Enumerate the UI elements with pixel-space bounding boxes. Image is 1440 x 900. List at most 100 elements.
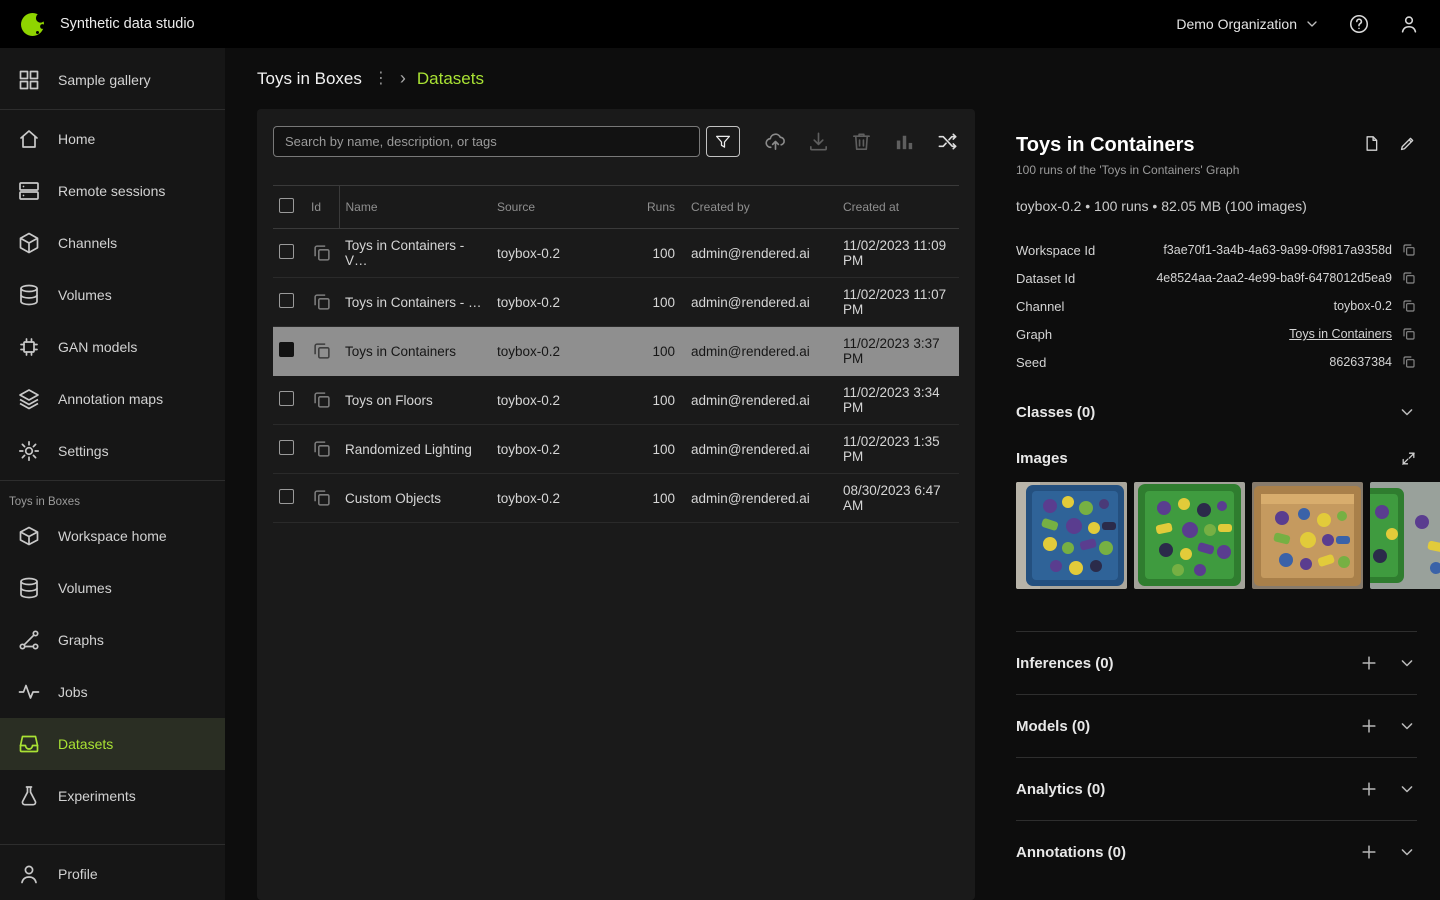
sidebar-item-datasets[interactable]: Datasets (0, 718, 225, 770)
image-thumbnail-4[interactable] (1370, 482, 1440, 589)
field-value: toybox-0.2 (1334, 299, 1392, 313)
sidebar-item-home[interactable]: Home (0, 113, 225, 165)
help-icon[interactable] (1348, 13, 1370, 35)
table-row[interactable]: Toys in Containers - V… toybox-0.2 100 a… (273, 229, 959, 278)
search-input[interactable] (273, 126, 700, 157)
sidebar-item-remote-sessions[interactable]: Remote sessions (0, 165, 225, 217)
sidebar-item-label: Home (58, 131, 95, 147)
dataset-created-at: 11/02/2023 11:09 PM (837, 229, 959, 278)
col-header-runs[interactable]: Runs (637, 186, 685, 229)
copy-icon[interactable] (1401, 354, 1417, 370)
expand-icon[interactable] (1400, 450, 1417, 467)
trash-icon[interactable] (850, 130, 873, 153)
copy-id-icon[interactable] (311, 389, 333, 411)
dataset-name: Toys on Floors (339, 376, 491, 425)
datasets-panel: Id Name Source Runs Created by Created a… (257, 109, 975, 900)
shuffle-icon[interactable] (936, 130, 959, 153)
section-title: Analytics (0) (1016, 781, 1105, 798)
copy-id-icon[interactable] (311, 242, 333, 264)
chevron-down-icon[interactable] (1397, 842, 1417, 862)
bar-chart-icon[interactable] (893, 130, 916, 153)
row-checkbox[interactable] (279, 391, 294, 406)
row-checkbox[interactable] (279, 342, 294, 357)
image-thumbnail-1[interactable] (1016, 482, 1127, 589)
col-header-id[interactable]: Id (305, 186, 339, 229)
copy-icon[interactable] (1401, 242, 1417, 258)
chevron-down-icon[interactable] (1397, 402, 1417, 422)
section-models: Models (0) (1016, 694, 1417, 757)
dataset-created-by: admin@rendered.ai (685, 327, 837, 376)
breadcrumb-workspace[interactable]: Toys in Boxes (257, 69, 362, 89)
table-row[interactable]: Custom Objects toybox-0.2 100 admin@rend… (273, 474, 959, 523)
table-header-row: Id Name Source Runs Created by Created a… (273, 186, 959, 229)
sidebar-item-sample-gallery[interactable]: Sample gallery (0, 54, 225, 106)
field-graph: Graph Toys in Containers (1016, 320, 1417, 348)
sidebar-item-experiments[interactable]: Experiments (0, 770, 225, 822)
download-icon[interactable] (807, 130, 830, 153)
copy-id-icon[interactable] (311, 340, 333, 362)
col-header-name[interactable]: Name (339, 186, 491, 229)
sidebar-item-channels[interactable]: Channels (0, 217, 225, 269)
row-checkbox[interactable] (279, 440, 294, 455)
section-title: Models (0) (1016, 718, 1090, 735)
row-checkbox[interactable] (279, 244, 294, 259)
sidebar-item-gan-models[interactable]: GAN models (0, 321, 225, 373)
copy-icon[interactable] (1401, 298, 1417, 314)
copy-id-icon[interactable] (311, 291, 333, 313)
sidebar-item-ws-volumes[interactable]: Volumes (0, 562, 225, 614)
document-icon[interactable] (1362, 134, 1381, 153)
graph-link[interactable]: Toys in Containers (1289, 327, 1392, 341)
dataset-created-by: admin@rendered.ai (685, 474, 837, 523)
dataset-created-by: admin@rendered.ai (685, 229, 837, 278)
dataset-runs: 100 (637, 474, 685, 523)
kebab-menu-icon[interactable]: ⋮ (373, 71, 389, 87)
sidebar-item-annotation-maps[interactable]: Annotation maps (0, 373, 225, 425)
dataset-created-at: 11/02/2023 3:34 PM (837, 376, 959, 425)
sidebar-item-workspace-home[interactable]: Workspace home (0, 510, 225, 562)
divider (0, 844, 225, 845)
image-thumbnail-3[interactable] (1252, 482, 1363, 589)
row-checkbox[interactable] (279, 293, 294, 308)
chevron-down-icon[interactable] (1397, 653, 1417, 673)
sidebar-item-label: Settings (58, 443, 109, 459)
field-dataset-id: Dataset Id 4e8524aa-2aa2-4e99-ba9f-64780… (1016, 264, 1417, 292)
sidebar-item-label: Profile (58, 866, 98, 882)
sidebar-item-volumes[interactable]: Volumes (0, 269, 225, 321)
breadcrumb-current[interactable]: Datasets (417, 69, 484, 89)
plus-icon[interactable] (1359, 653, 1379, 673)
edit-pencil-icon[interactable] (1398, 134, 1417, 153)
sidebar-item-settings[interactable]: Settings (0, 425, 225, 477)
dataset-created-at: 11/02/2023 11:07 PM (837, 278, 959, 327)
sidebar-item-graphs[interactable]: Graphs (0, 614, 225, 666)
org-switcher[interactable]: Demo Organization (1176, 16, 1320, 32)
filter-button[interactable] (706, 126, 740, 157)
layers-icon (17, 387, 41, 411)
plus-icon[interactable] (1359, 842, 1379, 862)
copy-id-icon[interactable] (311, 438, 333, 460)
table-row[interactable]: Randomized Lighting toybox-0.2 100 admin… (273, 425, 959, 474)
upload-cloud-icon[interactable] (764, 130, 787, 153)
sidebar-item-jobs[interactable]: Jobs (0, 666, 225, 718)
table-row[interactable]: Toys on Floors toybox-0.2 100 admin@rend… (273, 376, 959, 425)
select-all-checkbox[interactable] (279, 198, 294, 213)
table-row-selected[interactable]: Toys in Containers toybox-0.2 100 admin@… (273, 327, 959, 376)
row-checkbox[interactable] (279, 489, 294, 504)
plus-icon[interactable] (1359, 716, 1379, 736)
plus-icon[interactable] (1359, 779, 1379, 799)
table-row[interactable]: Toys in Containers - … toybox-0.2 100 ad… (273, 278, 959, 327)
user-icon[interactable] (1398, 13, 1420, 35)
dataset-source: toybox-0.2 (491, 327, 637, 376)
sidebar-item-profile[interactable]: Profile (0, 848, 225, 900)
chevron-down-icon[interactable] (1397, 779, 1417, 799)
col-header-created-at[interactable]: Created at (837, 186, 959, 229)
image-thumbnail-2[interactable] (1134, 482, 1245, 589)
col-header-source[interactable]: Source (491, 186, 637, 229)
copy-icon[interactable] (1401, 326, 1417, 342)
dataset-fields: Workspace Id f3ae70f1-3a4b-4a63-9a99-0f9… (1016, 236, 1417, 376)
col-header-created-by[interactable]: Created by (685, 186, 837, 229)
chevron-down-icon[interactable] (1397, 716, 1417, 736)
copy-id-icon[interactable] (311, 487, 333, 509)
box-icon (17, 524, 41, 548)
copy-icon[interactable] (1401, 270, 1417, 286)
dataset-name: Toys in Containers - V… (339, 229, 491, 278)
